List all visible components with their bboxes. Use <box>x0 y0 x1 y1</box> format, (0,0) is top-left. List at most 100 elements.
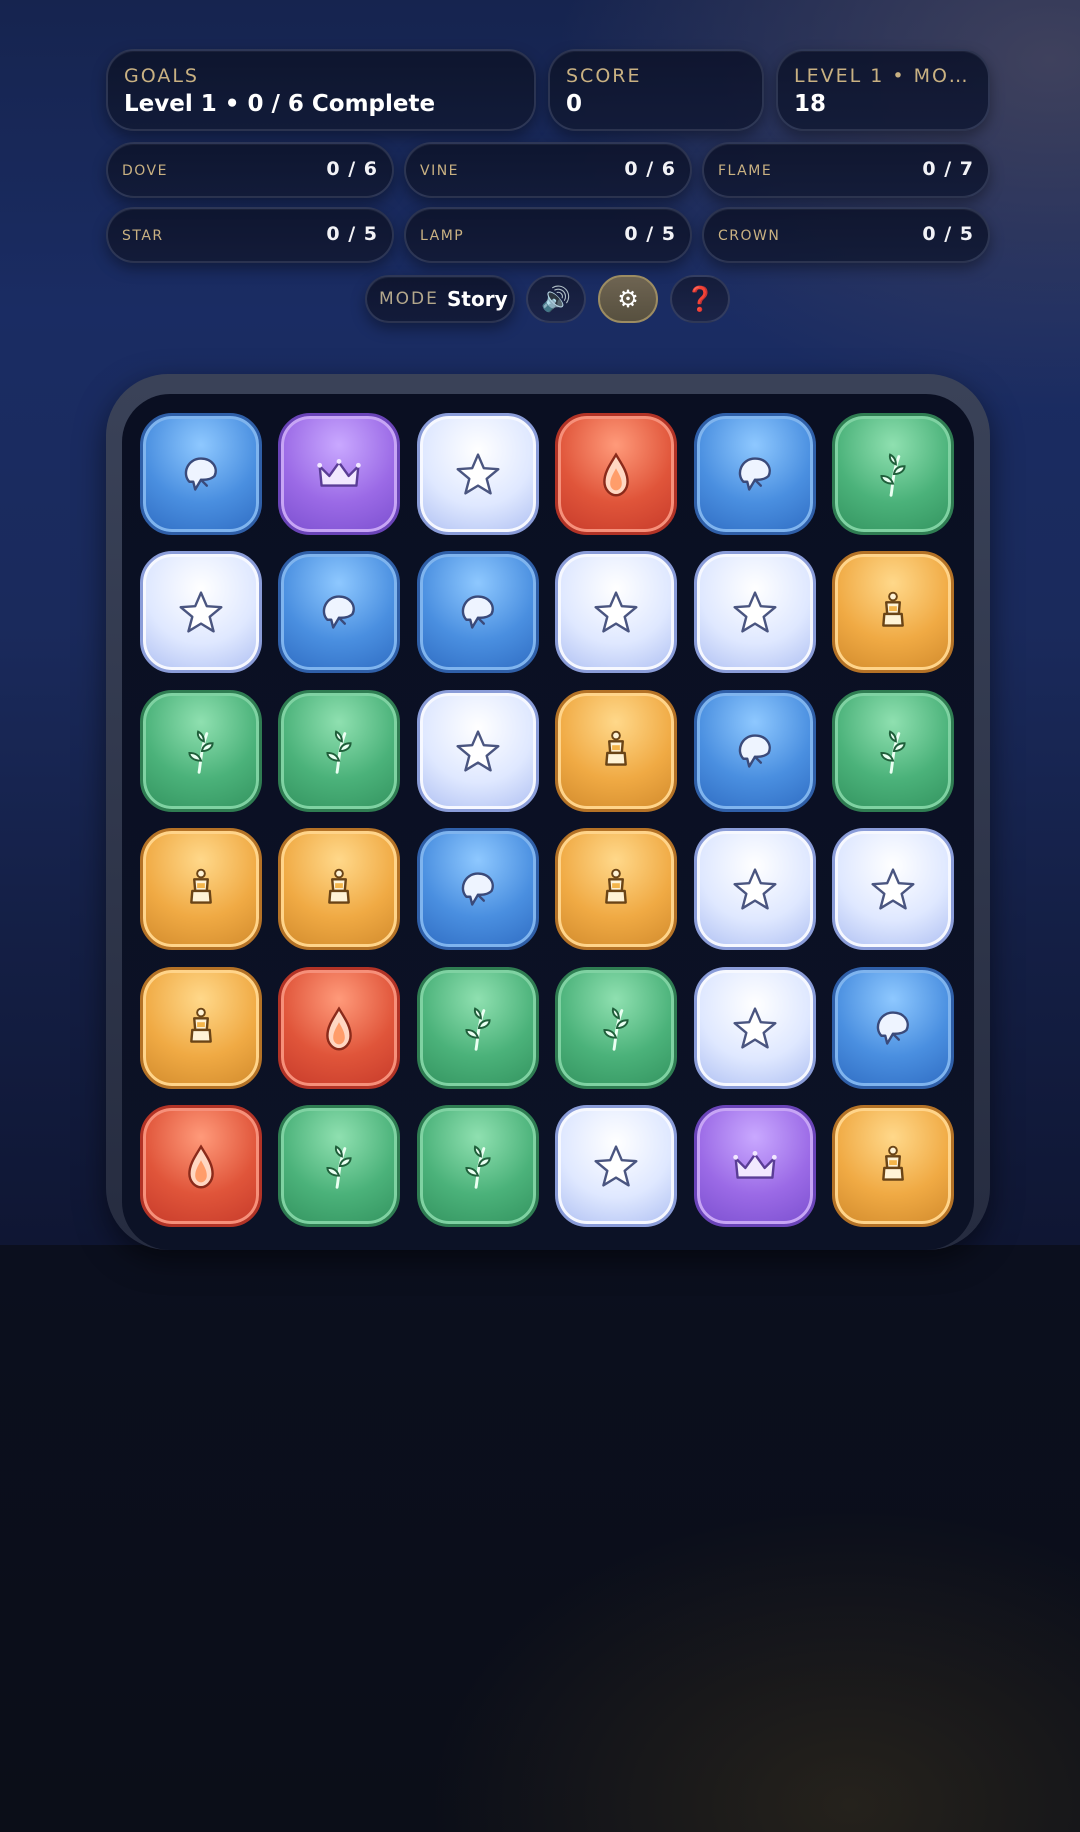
dove-icon <box>172 445 230 503</box>
star-icon <box>449 445 507 503</box>
dove-icon <box>864 999 922 1057</box>
vine-icon <box>449 1137 507 1195</box>
vine-icon <box>587 999 645 1057</box>
lamp-icon <box>864 1137 922 1195</box>
vine-tile[interactable] <box>832 690 954 812</box>
star-tile[interactable] <box>694 551 816 673</box>
star-tile[interactable] <box>417 413 539 535</box>
lamp-tile[interactable] <box>555 690 677 812</box>
goal-counter-flame: FLAME 0 / 7 <box>702 142 990 198</box>
score-label: SCORE <box>566 65 642 87</box>
speaker-icon: 🔊 <box>541 285 571 313</box>
star-tile[interactable] <box>555 551 677 673</box>
goal-counter-lamp: LAMP 0 / 5 <box>404 207 692 263</box>
help-button[interactable]: ❓ <box>670 275 730 323</box>
lamp-tile[interactable] <box>140 828 262 950</box>
goal-label: FLAME <box>718 163 773 179</box>
vine-tile[interactable] <box>832 413 954 535</box>
lamp-icon <box>864 583 922 641</box>
dove-tile[interactable] <box>832 967 954 1089</box>
vine-tile[interactable] <box>278 1105 400 1227</box>
goal-label: VINE <box>420 163 460 179</box>
goal-value: 0 / 6 <box>326 158 378 180</box>
star-icon <box>726 860 784 918</box>
mode-selector[interactable]: MODE Story <box>365 275 515 323</box>
lamp-icon <box>172 999 230 1057</box>
star-tile[interactable] <box>694 967 816 1089</box>
goal-label: DOVE <box>122 163 168 179</box>
star-icon <box>587 583 645 641</box>
score-value: 0 <box>566 91 583 117</box>
flame-tile[interactable] <box>140 1105 262 1227</box>
dove-tile[interactable] <box>694 413 816 535</box>
goal-label: LAMP <box>420 228 465 244</box>
goal-value: 0 / 5 <box>624 223 676 245</box>
star-icon <box>172 583 230 641</box>
lamp-tile[interactable] <box>278 828 400 950</box>
star-icon <box>726 583 784 641</box>
vine-icon <box>864 445 922 503</box>
lamp-icon <box>172 860 230 918</box>
goal-counter-vine: VINE 0 / 6 <box>404 142 692 198</box>
star-icon <box>726 999 784 1057</box>
star-tile[interactable] <box>555 1105 677 1227</box>
star-tile[interactable] <box>140 551 262 673</box>
moves-value: 18 <box>794 91 827 117</box>
lamp-icon <box>587 860 645 918</box>
dove-icon <box>726 722 784 780</box>
vine-icon <box>449 999 507 1057</box>
star-icon <box>864 860 922 918</box>
vine-icon <box>310 722 368 780</box>
dove-tile[interactable] <box>417 551 539 673</box>
star-tile[interactable] <box>694 828 816 950</box>
flame-icon <box>172 1137 230 1195</box>
vine-tile[interactable] <box>417 967 539 1089</box>
background-bottom <box>0 1245 1080 1832</box>
goal-value: 0 / 5 <box>326 223 378 245</box>
crown-tile[interactable] <box>694 1105 816 1227</box>
dove-icon <box>449 860 507 918</box>
flame-icon <box>587 445 645 503</box>
goal-value: 0 / 5 <box>922 223 974 245</box>
level-moves-label: LEVEL 1 • MOV… <box>794 65 976 87</box>
goal-counter-star: STAR 0 / 5 <box>106 207 394 263</box>
dove-tile[interactable] <box>140 413 262 535</box>
sound-button[interactable]: 🔊 <box>526 275 586 323</box>
dove-icon <box>449 583 507 641</box>
star-icon <box>587 1137 645 1195</box>
vine-icon <box>864 722 922 780</box>
star-tile[interactable] <box>417 690 539 812</box>
vine-tile[interactable] <box>278 690 400 812</box>
dove-tile[interactable] <box>694 690 816 812</box>
lamp-tile[interactable] <box>555 828 677 950</box>
vine-tile[interactable] <box>555 967 677 1089</box>
mode-value: Story <box>447 287 508 311</box>
crown-tile[interactable] <box>278 413 400 535</box>
goals-summary-label: GOALS <box>124 65 199 87</box>
flame-icon <box>310 999 368 1057</box>
star-tile[interactable] <box>832 828 954 950</box>
goal-counter-crown: CROWN 0 / 5 <box>702 207 990 263</box>
vine-tile[interactable] <box>140 690 262 812</box>
goal-label: STAR <box>122 228 164 244</box>
dove-tile[interactable] <box>278 551 400 673</box>
mode-label: MODE <box>379 289 439 309</box>
dove-icon <box>726 445 784 503</box>
goal-value: 0 / 7 <box>922 158 974 180</box>
dove-icon <box>310 583 368 641</box>
goal-label: CROWN <box>718 228 781 244</box>
goals-summary-panel: GOALS Level 1 • 0 / 6 Complete <box>106 49 536 131</box>
lamp-tile[interactable] <box>140 967 262 1089</box>
crown-icon <box>310 445 368 503</box>
vine-tile[interactable] <box>417 1105 539 1227</box>
lamp-tile[interactable] <box>832 1105 954 1227</box>
dove-tile[interactable] <box>417 828 539 950</box>
vine-icon <box>172 722 230 780</box>
flame-tile[interactable] <box>555 413 677 535</box>
gear-icon: ⚙ <box>617 285 639 313</box>
settings-button[interactable]: ⚙ <box>598 275 658 323</box>
flame-tile[interactable] <box>278 967 400 1089</box>
level-moves-panel: LEVEL 1 • MOV… 18 <box>776 49 990 131</box>
lamp-tile[interactable] <box>832 551 954 673</box>
goal-counter-dove: DOVE 0 / 6 <box>106 142 394 198</box>
